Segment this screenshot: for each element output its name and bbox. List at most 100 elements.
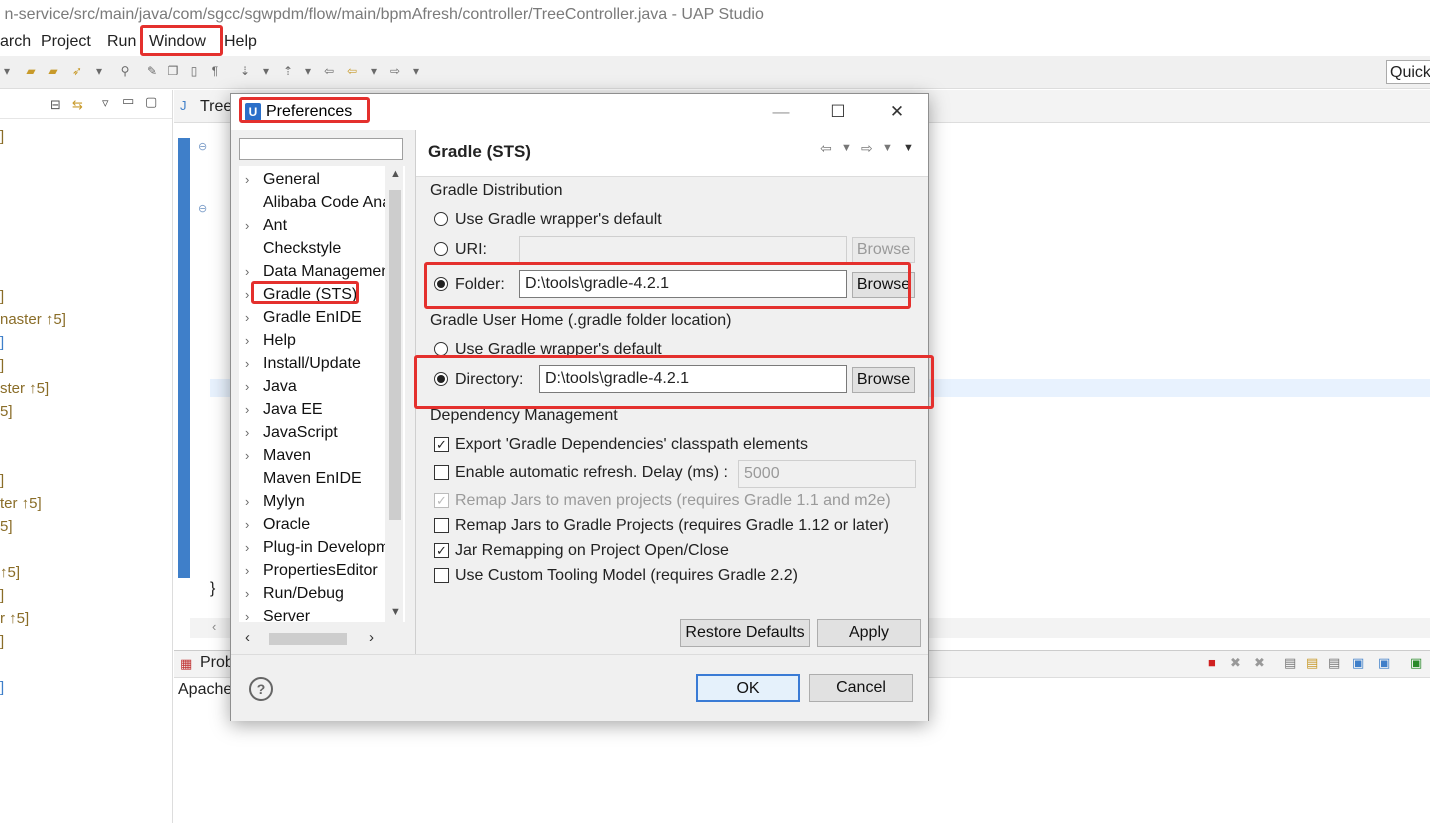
- prev-annotation-icon[interactable]: ⇡: [281, 64, 295, 78]
- view-menu-icon[interactable]: ▼: [903, 142, 914, 154]
- filter-input[interactable]: [239, 138, 403, 160]
- tree-item[interactable]: › Server: [239, 605, 387, 622]
- maximize-button[interactable]: ☐: [815, 98, 861, 126]
- editor-tab-label[interactable]: Tree: [200, 98, 232, 116]
- folder-input[interactable]: D:\tools\gradle-4.2.1: [519, 270, 847, 298]
- scroll-left-icon[interactable]: ‹: [212, 619, 216, 634]
- chevron-right-icon[interactable]: ›: [245, 329, 255, 352]
- radio-off[interactable]: [434, 342, 448, 356]
- checkbox-checked[interactable]: ✓: [434, 543, 449, 558]
- open-project-icon[interactable]: ▰: [46, 64, 60, 78]
- auto-refresh-checkbox[interactable]: Enable automatic refresh. Delay (ms) :: [434, 461, 734, 485]
- chevron-right-icon[interactable]: ›: [245, 536, 255, 559]
- open-console-icon[interactable]: ▣: [1410, 655, 1422, 671]
- chevron-right-icon[interactable]: ›: [245, 306, 255, 329]
- radio-off[interactable]: [434, 242, 448, 256]
- tree-item[interactable]: › Data Management: [239, 260, 387, 283]
- quick-access-input[interactable]: Quick: [1386, 60, 1430, 84]
- tree-item[interactable]: › Gradle (STS): [239, 283, 387, 306]
- ok-button[interactable]: OK: [696, 674, 800, 702]
- chevron-right-icon[interactable]: ›: [245, 421, 255, 444]
- menu-help[interactable]: Help: [224, 30, 257, 56]
- apply-button[interactable]: Apply: [817, 619, 921, 647]
- chevron-right-icon[interactable]: ›: [245, 398, 255, 421]
- remove-all-icon[interactable]: ✖: [1254, 655, 1265, 671]
- display-console-icon[interactable]: ▣: [1378, 655, 1390, 671]
- help-icon[interactable]: ?: [249, 677, 273, 701]
- chevron-right-icon[interactable]: ›: [245, 168, 255, 191]
- scroll-left-icon[interactable]: ‹: [245, 629, 250, 646]
- checkbox-unchecked[interactable]: [434, 568, 449, 583]
- pin-icon[interactable]: ⚲: [118, 64, 132, 78]
- tree-item[interactable]: › Java: [239, 375, 387, 398]
- chevron-right-icon[interactable]: ›: [245, 260, 255, 283]
- scroll-lock-icon[interactable]: ▤: [1306, 655, 1318, 671]
- dropdown-arrow-icon[interactable]: ▾: [409, 64, 423, 78]
- clear-console-icon[interactable]: ▤: [1284, 655, 1296, 671]
- run-icon[interactable]: ➶: [70, 64, 84, 78]
- terminate-icon[interactable]: ■: [1208, 655, 1216, 670]
- next-annotation-icon[interactable]: ⇣: [238, 64, 252, 78]
- checkbox-unchecked[interactable]: [434, 518, 449, 533]
- radio-off[interactable]: [434, 212, 448, 226]
- folder-browse-button[interactable]: Browse: [852, 272, 915, 298]
- back-icon[interactable]: ⇦: [820, 140, 832, 157]
- view-menu-icon[interactable]: ▿: [102, 95, 109, 111]
- chevron-right-icon[interactable]: ›: [245, 444, 255, 467]
- fold-icon[interactable]: ⊖: [198, 202, 207, 215]
- last-edit-icon[interactable]: ⇦: [322, 64, 336, 78]
- tree-item[interactable]: Alibaba Code Analysis: [239, 191, 387, 214]
- dropdown-arrow-icon[interactable]: ▾: [259, 64, 273, 78]
- radio-on[interactable]: [434, 372, 448, 386]
- tree-item[interactable]: Checkstyle: [239, 237, 387, 260]
- pane-divider[interactable]: [415, 130, 416, 654]
- dist-folder-radio[interactable]: Folder:: [434, 273, 524, 297]
- directory-browse-button[interactable]: Browse: [852, 367, 915, 393]
- menu-run[interactable]: Run: [107, 30, 136, 56]
- checkbox-unchecked[interactable]: [434, 465, 449, 480]
- link-editor-icon[interactable]: ⇆: [72, 97, 83, 113]
- cancel-button[interactable]: Cancel: [809, 674, 913, 702]
- paragraph-icon[interactable]: ¶: [208, 64, 222, 78]
- scroll-right-icon[interactable]: ›: [369, 629, 374, 646]
- jar-remapping-checkbox[interactable]: ✓ Jar Remapping on Project Open/Close: [434, 539, 754, 563]
- back-icon[interactable]: ⇦: [345, 64, 359, 78]
- tree-item[interactable]: › Java EE: [239, 398, 387, 421]
- tree-item[interactable]: › General: [239, 168, 387, 191]
- custom-tooling-checkbox[interactable]: Use Custom Tooling Model (requires Gradl…: [434, 564, 834, 588]
- scroll-up-icon[interactable]: ▲: [390, 168, 401, 180]
- word-wrap-icon[interactable]: ▤: [1328, 655, 1340, 671]
- bottom-tab-label[interactable]: Prob: [200, 654, 234, 672]
- checkbox-checked[interactable]: ✓: [434, 437, 449, 452]
- pin-console-icon[interactable]: ▣: [1352, 655, 1364, 671]
- minimize-button[interactable]: —: [758, 98, 804, 126]
- dropdown-arrow-icon[interactable]: ▾: [0, 64, 14, 78]
- chevron-right-icon[interactable]: ›: [245, 513, 255, 536]
- hscroll-thumb[interactable]: [269, 633, 347, 645]
- forward-icon[interactable]: ⇨: [861, 140, 873, 157]
- chevron-right-icon[interactable]: ›: [245, 375, 255, 398]
- copy-icon[interactable]: ❐: [166, 64, 180, 78]
- maximize-icon[interactable]: ▢: [145, 94, 157, 110]
- dist-uri-radio[interactable]: URI:: [434, 238, 514, 262]
- radio-on[interactable]: [434, 277, 448, 291]
- chevron-right-icon[interactable]: ›: [245, 214, 255, 237]
- tree-item[interactable]: Maven EnIDE: [239, 467, 387, 490]
- tree-item[interactable]: › Oracle: [239, 513, 387, 536]
- tree-item[interactable]: › Gradle EnIDE: [239, 306, 387, 329]
- tree-item[interactable]: › JavaScript: [239, 421, 387, 444]
- remove-launch-icon[interactable]: ✖: [1230, 655, 1241, 671]
- chevron-right-icon[interactable]: ›: [245, 352, 255, 375]
- menu-window[interactable]: Window: [149, 30, 206, 56]
- dist-wrapper-radio[interactable]: Use Gradle wrapper's default: [434, 208, 734, 232]
- vscroll-thumb[interactable]: [389, 190, 401, 520]
- collapse-all-icon[interactable]: ⊟: [50, 97, 61, 113]
- tree-item[interactable]: › Run/Debug: [239, 582, 387, 605]
- dialog-titlebar[interactable]: U Preferences — ☐ ✕: [231, 94, 928, 130]
- home-wrapper-radio[interactable]: Use Gradle wrapper's default: [434, 338, 734, 362]
- dropdown-arrow-icon[interactable]: ▼: [841, 142, 852, 154]
- scroll-down-icon[interactable]: ▼: [390, 606, 401, 618]
- tree-item[interactable]: › Maven: [239, 444, 387, 467]
- forward-icon[interactable]: ⇨: [388, 64, 402, 78]
- remap-gradle-checkbox[interactable]: Remap Jars to Gradle Projects (requires …: [434, 514, 914, 538]
